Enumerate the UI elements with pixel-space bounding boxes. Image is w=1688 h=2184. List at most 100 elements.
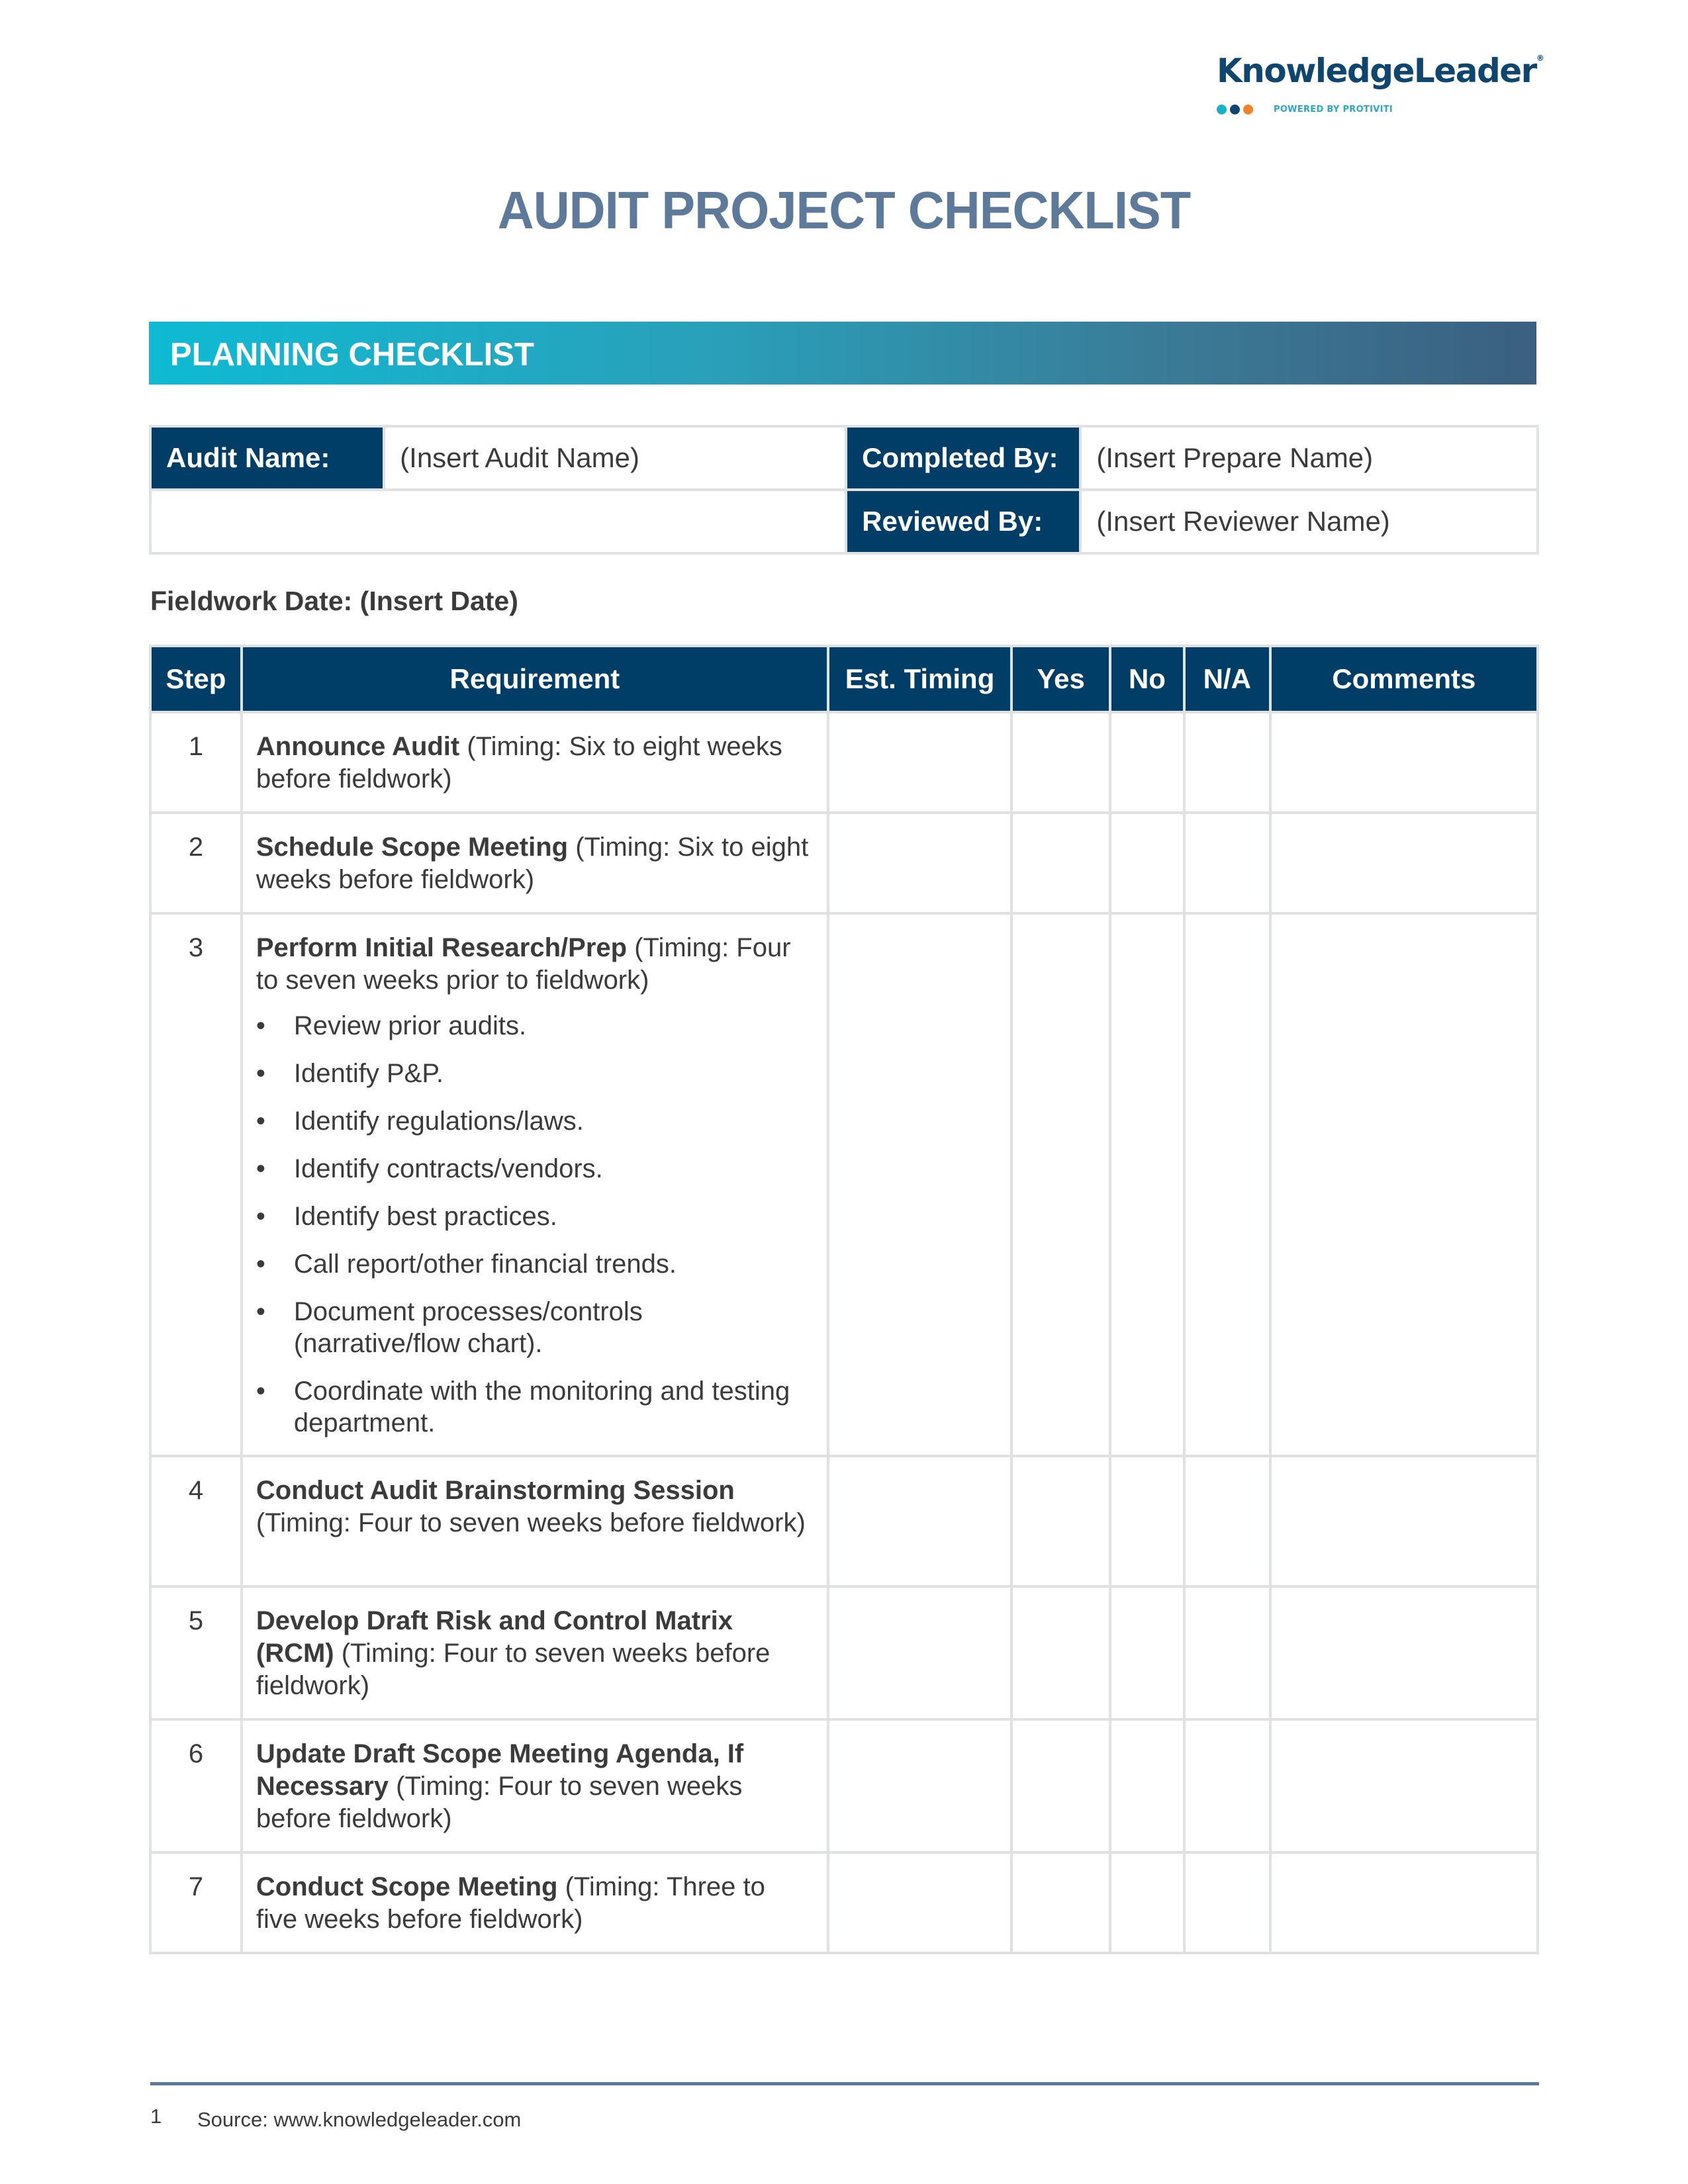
no-cell[interactable] — [1109, 1585, 1186, 1721]
requirement-title: Conduct Scope Meeting — [256, 1872, 558, 1901]
est-timing-cell[interactable] — [826, 912, 1013, 1457]
na-cell[interactable] — [1182, 912, 1272, 1457]
table-row: 5 Develop Draft Risk and Control Matrix (… — [149, 1585, 1540, 1721]
requirement-cell: Schedule Scope Meeting (Timing: Six to e… — [240, 811, 829, 915]
logo-dot-icon — [1243, 105, 1253, 114]
list-item: Coordinate with the monitoring and testi… — [256, 1375, 814, 1439]
logo-tagline-row: POWERED BY PROTIVITI — [1217, 105, 1534, 114]
requirement-title: Schedule Scope Meeting — [256, 833, 569, 862]
no-cell[interactable] — [1109, 1718, 1186, 1854]
comments-cell[interactable] — [1268, 811, 1540, 915]
yes-cell[interactable] — [1010, 1718, 1112, 1854]
na-cell[interactable] — [1182, 711, 1272, 814]
footer-divider — [150, 2082, 1539, 2085]
yes-cell[interactable] — [1010, 1851, 1112, 1954]
est-timing-cell[interactable] — [826, 1718, 1013, 1854]
audit-info-table: Audit Name: (Insert Audit Name) Complete… — [148, 425, 1539, 555]
table-row: 6 Update Draft Scope Meeting Agenda, If N… — [149, 1718, 1540, 1854]
requirement-title: Conduct Audit Brainstorming Session — [256, 1476, 735, 1505]
reviewed-by-field[interactable]: (Insert Reviewer Name) — [1079, 488, 1539, 555]
step-number: 6 — [149, 1718, 243, 1854]
list-item: Identify best practices. — [256, 1201, 814, 1232]
step-number: 7 — [149, 1851, 243, 1954]
completed-by-label: Completed By: — [845, 425, 1082, 491]
section-header: PLANNING CHECKLIST — [149, 322, 1536, 385]
requirement-cell: Update Draft Scope Meeting Agenda, If Ne… — [240, 1718, 829, 1854]
fieldwork-date[interactable]: Fieldwork Date: (Insert Date) — [150, 586, 518, 617]
est-timing-cell[interactable] — [826, 811, 1013, 915]
list-item: Identify regulations/laws. — [256, 1105, 814, 1137]
table-row: 2 Schedule Scope Meeting (Timing: Six to … — [149, 811, 1540, 915]
na-cell[interactable] — [1182, 1718, 1272, 1854]
audit-name-label: Audit Name: — [148, 425, 386, 491]
na-cell[interactable] — [1182, 1585, 1272, 1721]
yes-cell[interactable] — [1010, 1455, 1112, 1588]
table-header-row: Step Requirement Est. Timing Yes No N/A … — [149, 645, 1540, 713]
column-header-est-timing: Est. Timing — [826, 645, 1013, 713]
yes-cell[interactable] — [1010, 811, 1112, 915]
comments-cell[interactable] — [1268, 912, 1540, 1457]
list-item: Identify P&P. — [256, 1058, 814, 1089]
section-title: PLANNING CHECKLIST — [170, 337, 534, 373]
list-item: Review prior audits. — [256, 1010, 814, 1042]
column-header-comments: Comments — [1268, 645, 1540, 713]
no-cell[interactable] — [1109, 912, 1186, 1457]
comments-cell[interactable] — [1268, 1851, 1540, 1954]
column-header-na: N/A — [1182, 645, 1272, 713]
page-title: AUDIT PROJECT CHECKLIST — [497, 181, 1191, 240]
info-row: Reviewed By: (Insert Reviewer Name) — [148, 488, 1539, 555]
reviewed-by-label: Reviewed By: — [845, 488, 1082, 555]
comments-cell[interactable] — [1268, 1585, 1540, 1721]
logo-dot-icon — [1217, 105, 1227, 114]
no-cell[interactable] — [1109, 711, 1186, 814]
na-cell[interactable] — [1182, 1851, 1272, 1954]
footnote-number: 1 — [150, 2105, 162, 2128]
list-item: Call report/other financial trends. — [256, 1248, 814, 1280]
logo-tagline: POWERED BY PROTIVITI — [1274, 105, 1393, 114]
empty-cell — [148, 488, 848, 555]
table-row: 1 Announce Audit (Timing: Six to eight we… — [149, 711, 1540, 814]
footnote-source: Source: www.knowledgeleader.com — [197, 2108, 522, 2131]
comments-cell[interactable] — [1268, 711, 1540, 814]
yes-cell[interactable] — [1010, 711, 1112, 814]
table-row: 7 Conduct Scope Meeting (Timing: Three to… — [149, 1851, 1540, 1954]
step-number: 4 — [149, 1455, 243, 1588]
est-timing-cell[interactable] — [826, 1585, 1013, 1721]
step-number: 2 — [149, 811, 243, 915]
yes-cell[interactable] — [1010, 1585, 1112, 1721]
registered-mark: ® — [1536, 54, 1544, 63]
planning-checklist-table: Step Requirement Est. Timing Yes No N/A … — [149, 645, 1540, 1954]
column-header-no: No — [1109, 645, 1186, 713]
no-cell[interactable] — [1109, 1851, 1186, 1954]
est-timing-cell[interactable] — [826, 1851, 1013, 1954]
checklist-body: 1 Announce Audit (Timing: Six to eight we… — [149, 711, 1540, 1954]
no-cell[interactable] — [1109, 811, 1186, 915]
audit-name-field[interactable]: (Insert Audit Name) — [383, 425, 848, 491]
requirement-cell: Develop Draft Risk and Control Matrix (R… — [240, 1585, 829, 1721]
na-cell[interactable] — [1182, 1455, 1272, 1588]
no-cell[interactable] — [1109, 1455, 1186, 1588]
requirement-cell: Conduct Audit Brainstorming Session (Tim… — [240, 1455, 829, 1588]
list-item: Identify contracts/vendors. — [256, 1153, 814, 1185]
est-timing-cell[interactable] — [826, 1455, 1013, 1588]
logo-brand: KnowledgeLeader — [1217, 52, 1537, 90]
column-header-step: Step — [149, 645, 243, 713]
requirement-cell: Perform Initial Research/Prep (Timing: F… — [240, 912, 829, 1457]
knowledgeleader-logo: KnowledgeLeader® POWERED BY PROTIVITI — [1217, 52, 1544, 114]
logo-dot-icon — [1230, 105, 1240, 114]
requirement-bullet-list: Review prior audits. Identify P&P. Identif… — [256, 1010, 814, 1439]
yes-cell[interactable] — [1010, 912, 1112, 1457]
step-number: 3 — [149, 912, 243, 1457]
requirement-title: Announce Audit — [256, 732, 460, 761]
completed-by-field[interactable]: (Insert Prepare Name) — [1079, 425, 1539, 491]
table-row: 3 Perform Initial Research/Prep (Timing: … — [149, 912, 1540, 1457]
list-item: Document processes/controls (narrative/f… — [256, 1296, 814, 1359]
comments-cell[interactable] — [1268, 1455, 1540, 1588]
requirement-cell: Announce Audit (Timing: Six to eight wee… — [240, 711, 829, 814]
na-cell[interactable] — [1182, 811, 1272, 915]
requirement-title: Perform Initial Research/Prep — [256, 933, 628, 962]
comments-cell[interactable] — [1268, 1718, 1540, 1854]
table-row: 4 Conduct Audit Brainstorming Session (Ti… — [149, 1455, 1540, 1588]
est-timing-cell[interactable] — [826, 711, 1013, 814]
step-number: 1 — [149, 711, 243, 814]
